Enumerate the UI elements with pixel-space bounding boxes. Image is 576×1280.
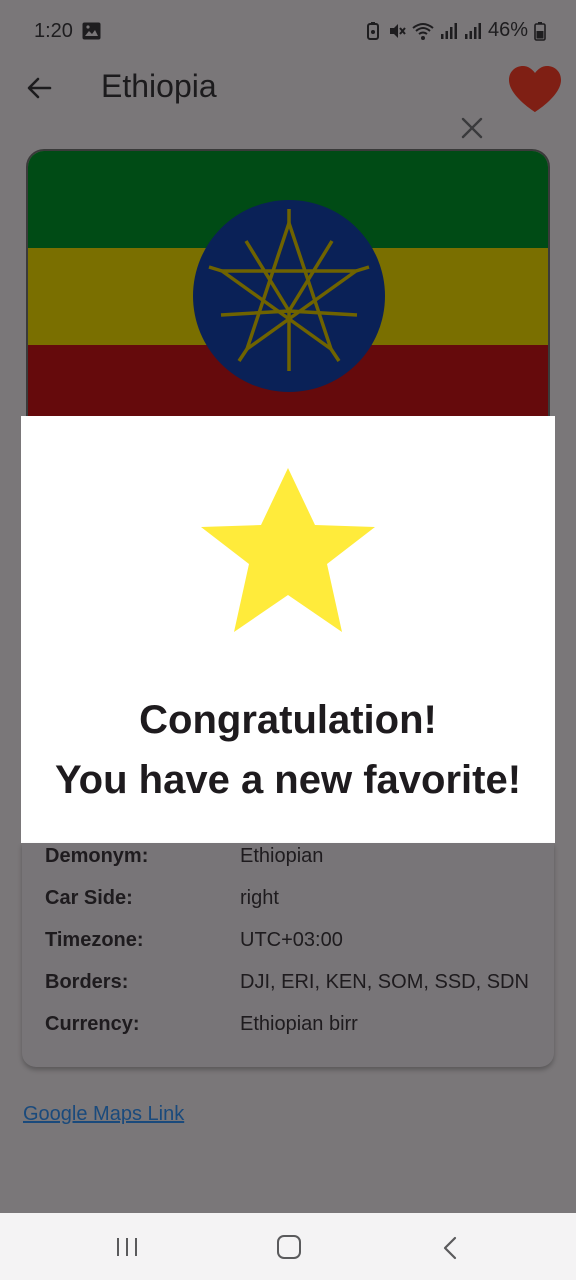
signal-icon	[464, 22, 481, 39]
close-icon[interactable]	[458, 114, 486, 142]
details-row-timezone: Timezone: UTC+03:00	[45, 929, 545, 959]
mute-icon	[389, 23, 406, 38]
car-side-value: right	[240, 887, 279, 909]
star-icon	[201, 468, 375, 632]
battery-saver-icon	[366, 21, 379, 40]
home-icon[interactable]	[275, 1233, 303, 1261]
details-row-car-side: Car Side: right	[45, 887, 545, 917]
dialog-message: You have a new favorite!	[54, 758, 522, 802]
page-title: Ethiopia	[101, 68, 217, 104]
battery-icon	[534, 21, 546, 41]
country-details-card: Demonym: Ethiopian Car Side: right Timez…	[22, 843, 554, 1067]
app-bar: Ethiopia	[0, 64, 576, 112]
image-icon	[82, 22, 101, 40]
status-icons: 46%	[364, 19, 546, 42]
status-time: 1:20	[34, 20, 73, 42]
recents-icon[interactable]	[114, 1235, 140, 1259]
details-row-currency: Currency: Ethiopian birr	[45, 1013, 545, 1043]
timezone-value: UTC+03:00	[240, 929, 343, 951]
arrow-left-icon[interactable]	[22, 72, 58, 104]
car-side-label: Car Side:	[45, 887, 133, 909]
back-icon[interactable]	[440, 1235, 460, 1261]
borders-value: DJI, ERI, KEN, SOM, SSD, SDN	[240, 971, 529, 993]
heart-icon[interactable]	[506, 64, 564, 116]
details-row-borders: Borders: DJI, ERI, KEN, SOM, SSD, SDN	[45, 971, 545, 1001]
signal-icon	[440, 22, 457, 39]
google-maps-link[interactable]: Google Maps Link	[23, 1103, 184, 1126]
currency-label: Currency:	[45, 1013, 140, 1035]
demonym-value: Ethiopian	[240, 845, 324, 867]
flag-image	[26, 149, 550, 449]
timezone-label: Timezone:	[45, 929, 144, 951]
demonym-label: Demonym:	[45, 845, 149, 867]
dialog-title: Congratulation!	[139, 698, 437, 742]
currency-value: Ethiopian birr	[240, 1013, 358, 1035]
borders-label: Borders:	[45, 971, 129, 993]
status-bar: 1:20 46%	[0, 0, 576, 64]
details-row-demonym: Demonym: Ethiopian	[45, 845, 545, 875]
favorite-dialog: Congratulation! You have a new favorite!	[21, 416, 555, 843]
system-nav-bar	[0, 1213, 576, 1280]
wifi-icon	[412, 22, 434, 40]
flag-emblem-icon	[193, 200, 385, 392]
battery-percent: 46%	[487, 19, 528, 41]
